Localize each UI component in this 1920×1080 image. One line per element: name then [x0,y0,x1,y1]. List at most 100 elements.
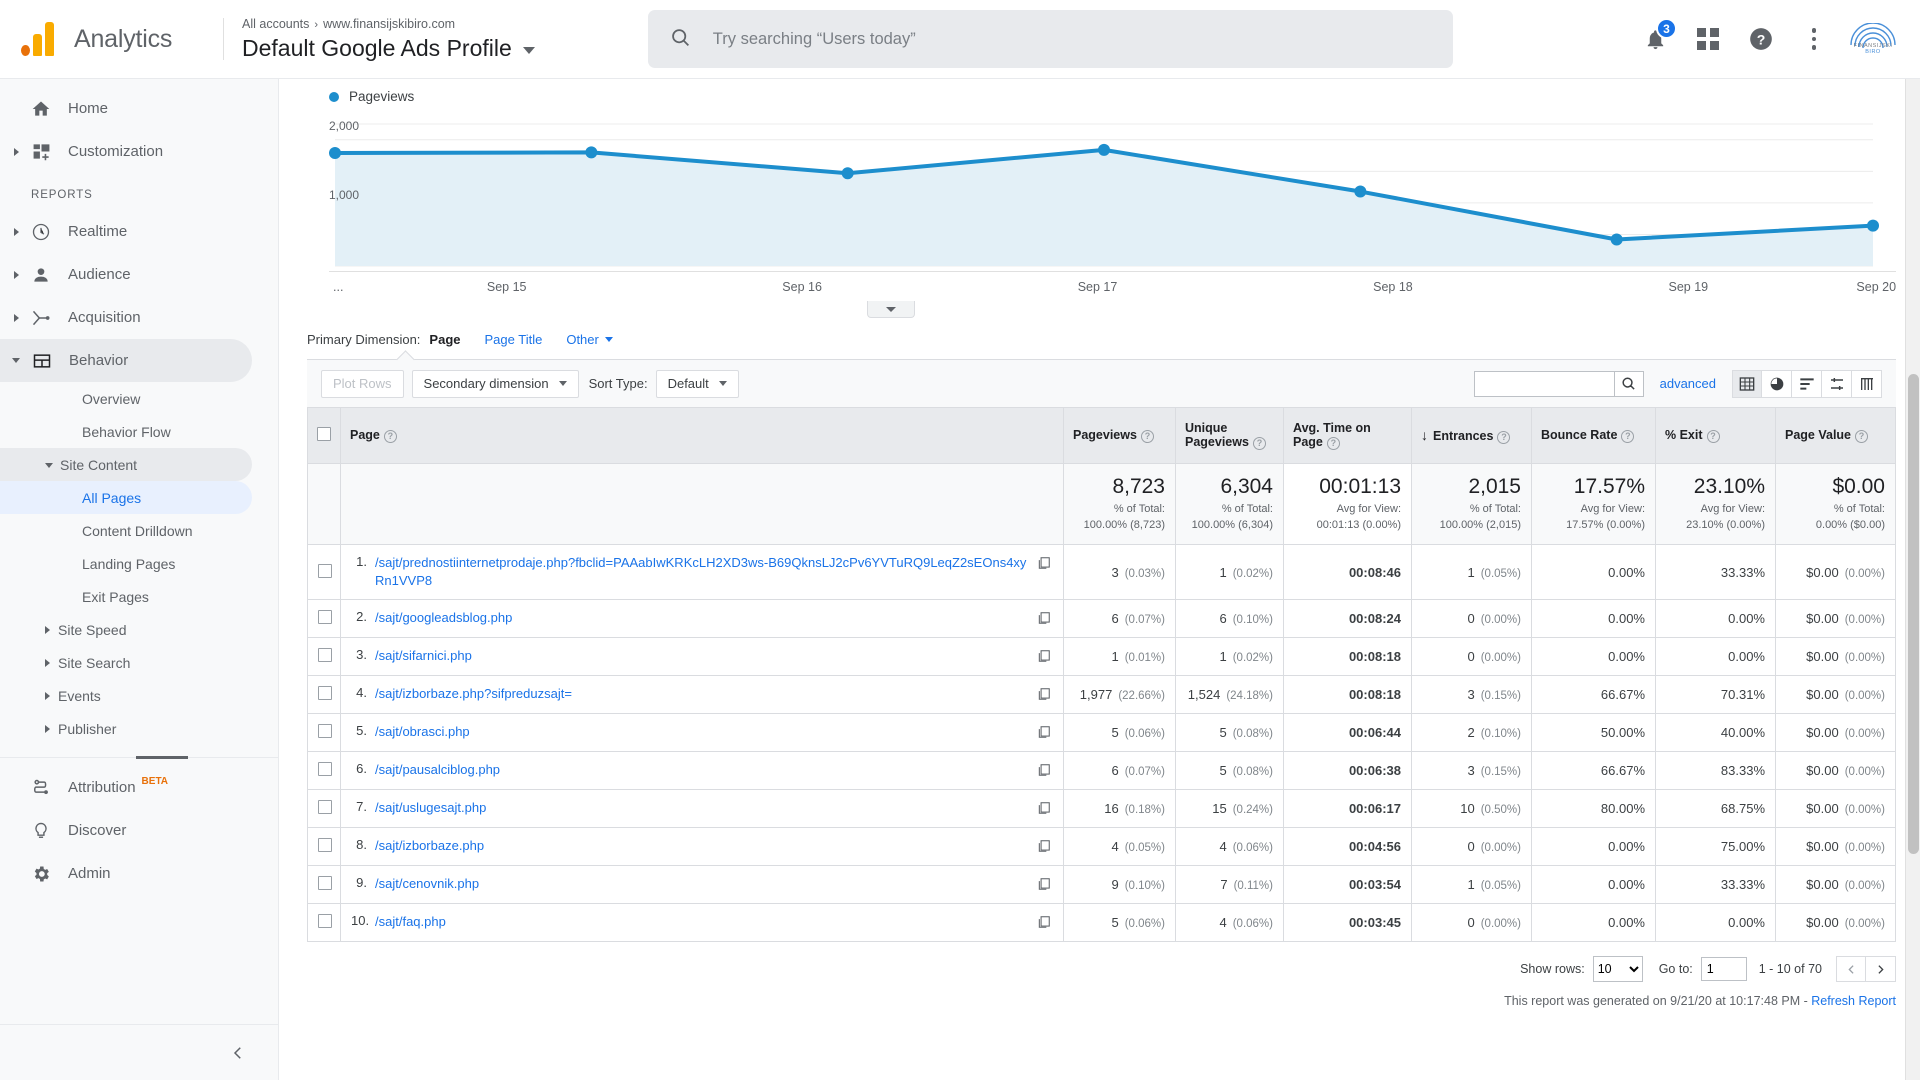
page-link[interactable]: /sajt/izborbaze.php [375,837,1029,855]
advanced-filter-link[interactable]: advanced [1660,376,1716,391]
previous-page-button[interactable] [1836,956,1866,982]
sidebar-item-all-pages[interactable]: All Pages [0,481,252,514]
help-icon[interactable]: ? [1141,430,1154,443]
open-in-new-icon[interactable] [1037,647,1053,666]
sidebar-item-content-drilldown[interactable]: Content Drilldown [0,514,252,547]
row-select-cell[interactable] [308,638,341,676]
sidebar-item-events[interactable]: Events [0,679,252,712]
select-all-checkbox[interactable] [317,427,331,441]
sidebar-item-site-speed[interactable]: Site Speed [0,613,252,646]
row-select-cell[interactable] [308,904,341,942]
sidebar-item-attribution[interactable]: Attribution BETA [0,766,252,809]
sidebar-item-overview[interactable]: Overview [0,382,252,415]
page-link[interactable]: /sajt/prednostiinternetprodaje.php?fbcli… [375,554,1029,590]
row-checkbox[interactable] [318,838,332,852]
column-header-unique-pageviews[interactable]: Unique Pageviews? [1176,408,1284,464]
pie-view-icon[interactable] [1762,370,1792,398]
show-rows-select[interactable]: 10255010025050010005000 [1593,956,1643,982]
page-link[interactable]: /sajt/uslugesajt.php [375,799,1029,817]
column-header-page-value[interactable]: Page Value? [1776,408,1896,464]
bar-view-icon[interactable] [1792,370,1822,398]
row-select-cell[interactable] [308,545,341,600]
help-icon[interactable]: ? [1253,437,1266,450]
notifications-button[interactable]: 3 [1632,16,1678,62]
row-select-cell[interactable] [308,828,341,866]
primary-dimension-other[interactable]: Other [566,332,613,347]
row-checkbox[interactable] [318,564,332,578]
column-header-avg-time-on-page[interactable]: Avg. Time on Page? [1284,408,1412,464]
table-view-icon[interactable] [1732,370,1762,398]
open-in-new-icon[interactable] [1037,761,1053,780]
sort-type-select[interactable]: Default [656,370,739,398]
row-select-cell[interactable] [308,714,341,752]
sidebar-item-discover[interactable]: Discover [0,809,252,852]
row-checkbox[interactable] [318,914,332,928]
primary-dimension-page-title[interactable]: Page Title [485,332,543,347]
primary-dimension-page[interactable]: Page [429,332,460,347]
row-checkbox[interactable] [318,876,332,890]
secondary-dimension-button[interactable]: Secondary dimension [412,370,579,398]
row-select-cell[interactable] [308,676,341,714]
column-header-percent-exit[interactable]: % Exit? [1656,408,1776,464]
collapse-sidebar-button[interactable] [226,1041,250,1065]
column-header-pageviews[interactable]: Pageviews? [1064,408,1176,464]
sidebar-item-behavior[interactable]: Behavior [0,339,252,382]
more-options-button[interactable] [1791,16,1837,62]
table-search-input[interactable] [1474,371,1614,397]
row-checkbox[interactable] [318,648,332,662]
page-link[interactable]: /sajt/cenovnik.php [375,875,1029,893]
sidebar-item-home[interactable]: Home [0,87,252,130]
sidebar-item-realtime[interactable]: Realtime [0,210,252,253]
open-in-new-icon[interactable] [1037,799,1053,818]
account-selector[interactable]: All accounts›www.finansijskibiro.com Def… [242,16,535,62]
open-in-new-icon[interactable] [1037,554,1053,573]
chart-plot[interactable]: 2,000 1,000 [307,106,1896,271]
help-icon[interactable]: ? [1707,430,1720,443]
sidebar-item-exit-pages[interactable]: Exit Pages [0,580,252,613]
page-link[interactable]: /sajt/pausalciblog.php [375,761,1029,779]
open-in-new-icon[interactable] [1037,913,1053,932]
column-header-entrances[interactable]: ↓Entrances? [1412,408,1532,464]
goto-page-input[interactable] [1701,957,1747,981]
next-page-button[interactable] [1866,956,1896,982]
open-in-new-icon[interactable] [1037,875,1053,894]
sidebar-item-audience[interactable]: Audience [0,253,252,296]
comparison-view-icon[interactable] [1822,370,1852,398]
breadcrumb-all-accounts[interactable]: All accounts [242,17,309,31]
plot-rows-button[interactable]: Plot Rows [321,370,404,398]
chart-expand-handle[interactable] [867,301,915,318]
open-in-new-icon[interactable] [1037,723,1053,742]
sidebar-item-acquisition[interactable]: Acquisition [0,296,252,339]
help-icon[interactable]: ? [1327,437,1340,450]
open-in-new-icon[interactable] [1037,837,1053,856]
table-search[interactable] [1474,371,1644,397]
row-checkbox[interactable] [318,724,332,738]
row-checkbox[interactable] [318,610,332,624]
column-header-bounce-rate[interactable]: Bounce Rate? [1532,408,1656,464]
table-search-button[interactable] [1614,371,1644,397]
breadcrumb-property[interactable]: www.finansijskibiro.com [323,17,455,31]
row-select-cell[interactable] [308,752,341,790]
search-input[interactable] [711,29,1431,50]
help-icon[interactable]: ? [1855,430,1868,443]
avatar[interactable]: FINANSIJSKI BIRO [1844,22,1902,56]
page-link[interactable]: /sajt/izborbaze.php?sifpreduzsajt= [375,685,1029,703]
pivot-view-icon[interactable] [1852,370,1882,398]
page-link[interactable]: /sajt/obrasci.php [375,723,1029,741]
sidebar-item-publisher[interactable]: Publisher [0,712,252,745]
row-select-cell[interactable] [308,790,341,828]
help-button[interactable]: ? [1738,16,1784,62]
row-select-cell[interactable] [308,866,341,904]
row-checkbox[interactable] [318,800,332,814]
scrollbar-thumb[interactable] [1908,374,1919,854]
page-link[interactable]: /sajt/faq.php [375,913,1029,931]
column-header-page[interactable]: Page? [341,408,1064,464]
select-all-header[interactable] [308,408,341,464]
help-icon[interactable]: ? [1621,430,1634,443]
row-select-cell[interactable] [308,600,341,638]
profile-title[interactable]: Default Google Ads Profile [242,34,535,62]
open-in-new-icon[interactable] [1037,609,1053,628]
legend-label[interactable]: Pageviews [349,89,414,104]
vertical-scrollbar[interactable] [1905,79,1920,1080]
page-link[interactable]: /sajt/googleadsblog.php [375,609,1029,627]
